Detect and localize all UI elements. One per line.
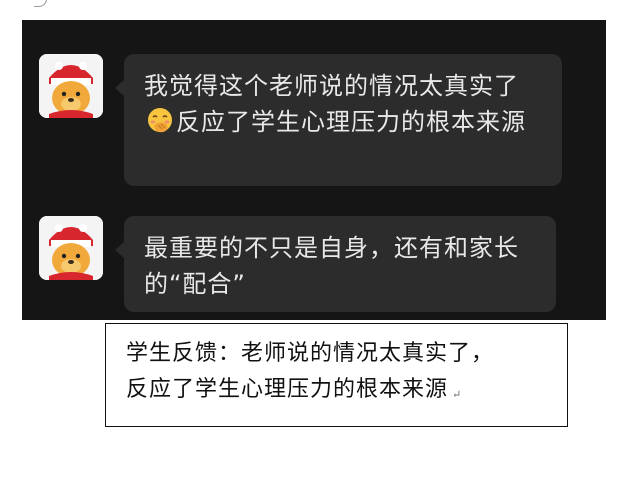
avatar[interactable] bbox=[39, 54, 103, 118]
message-text: 最重要的不只是自身，还有和家长的“配合” bbox=[144, 234, 519, 298]
corner-crop-mark bbox=[34, 0, 47, 7]
message-text: 反应了学生心理压力的根本来源 bbox=[176, 108, 526, 136]
caption-line-text: 反应了学生心理压力的根本来源 bbox=[126, 377, 449, 402]
caption-line: 反应了学生心理压力的根本来源 ↵ bbox=[126, 372, 567, 413]
winnie-the-pooh-avatar-icon bbox=[39, 216, 103, 280]
avatar[interactable] bbox=[39, 216, 103, 280]
paragraph-mark: ↵ bbox=[452, 388, 463, 401]
winnie-the-pooh-avatar-icon bbox=[39, 54, 103, 118]
message-bubble[interactable]: 最重要的不只是自身，还有和家长的“配合” bbox=[115, 216, 556, 312]
chat-screenshot: 我觉得这个老师说的情况太真实了 反应了学生心理压力的根本来源 最重要的不只是自身 bbox=[22, 20, 606, 320]
message-text: 我觉得这个老师说的情况太真实了 bbox=[144, 72, 519, 100]
caption-box: 学生反馈：老师说的情况太真实了， 反应了学生心理压力的根本来源 ↵ bbox=[105, 323, 568, 427]
face-with-hand-over-mouth-icon bbox=[148, 108, 172, 133]
caption-line: 学生反馈：老师说的情况太真实了， bbox=[126, 341, 495, 366]
message-bubble[interactable]: 我觉得这个老师说的情况太真实了 反应了学生心理压力的根本来源 bbox=[115, 54, 562, 186]
